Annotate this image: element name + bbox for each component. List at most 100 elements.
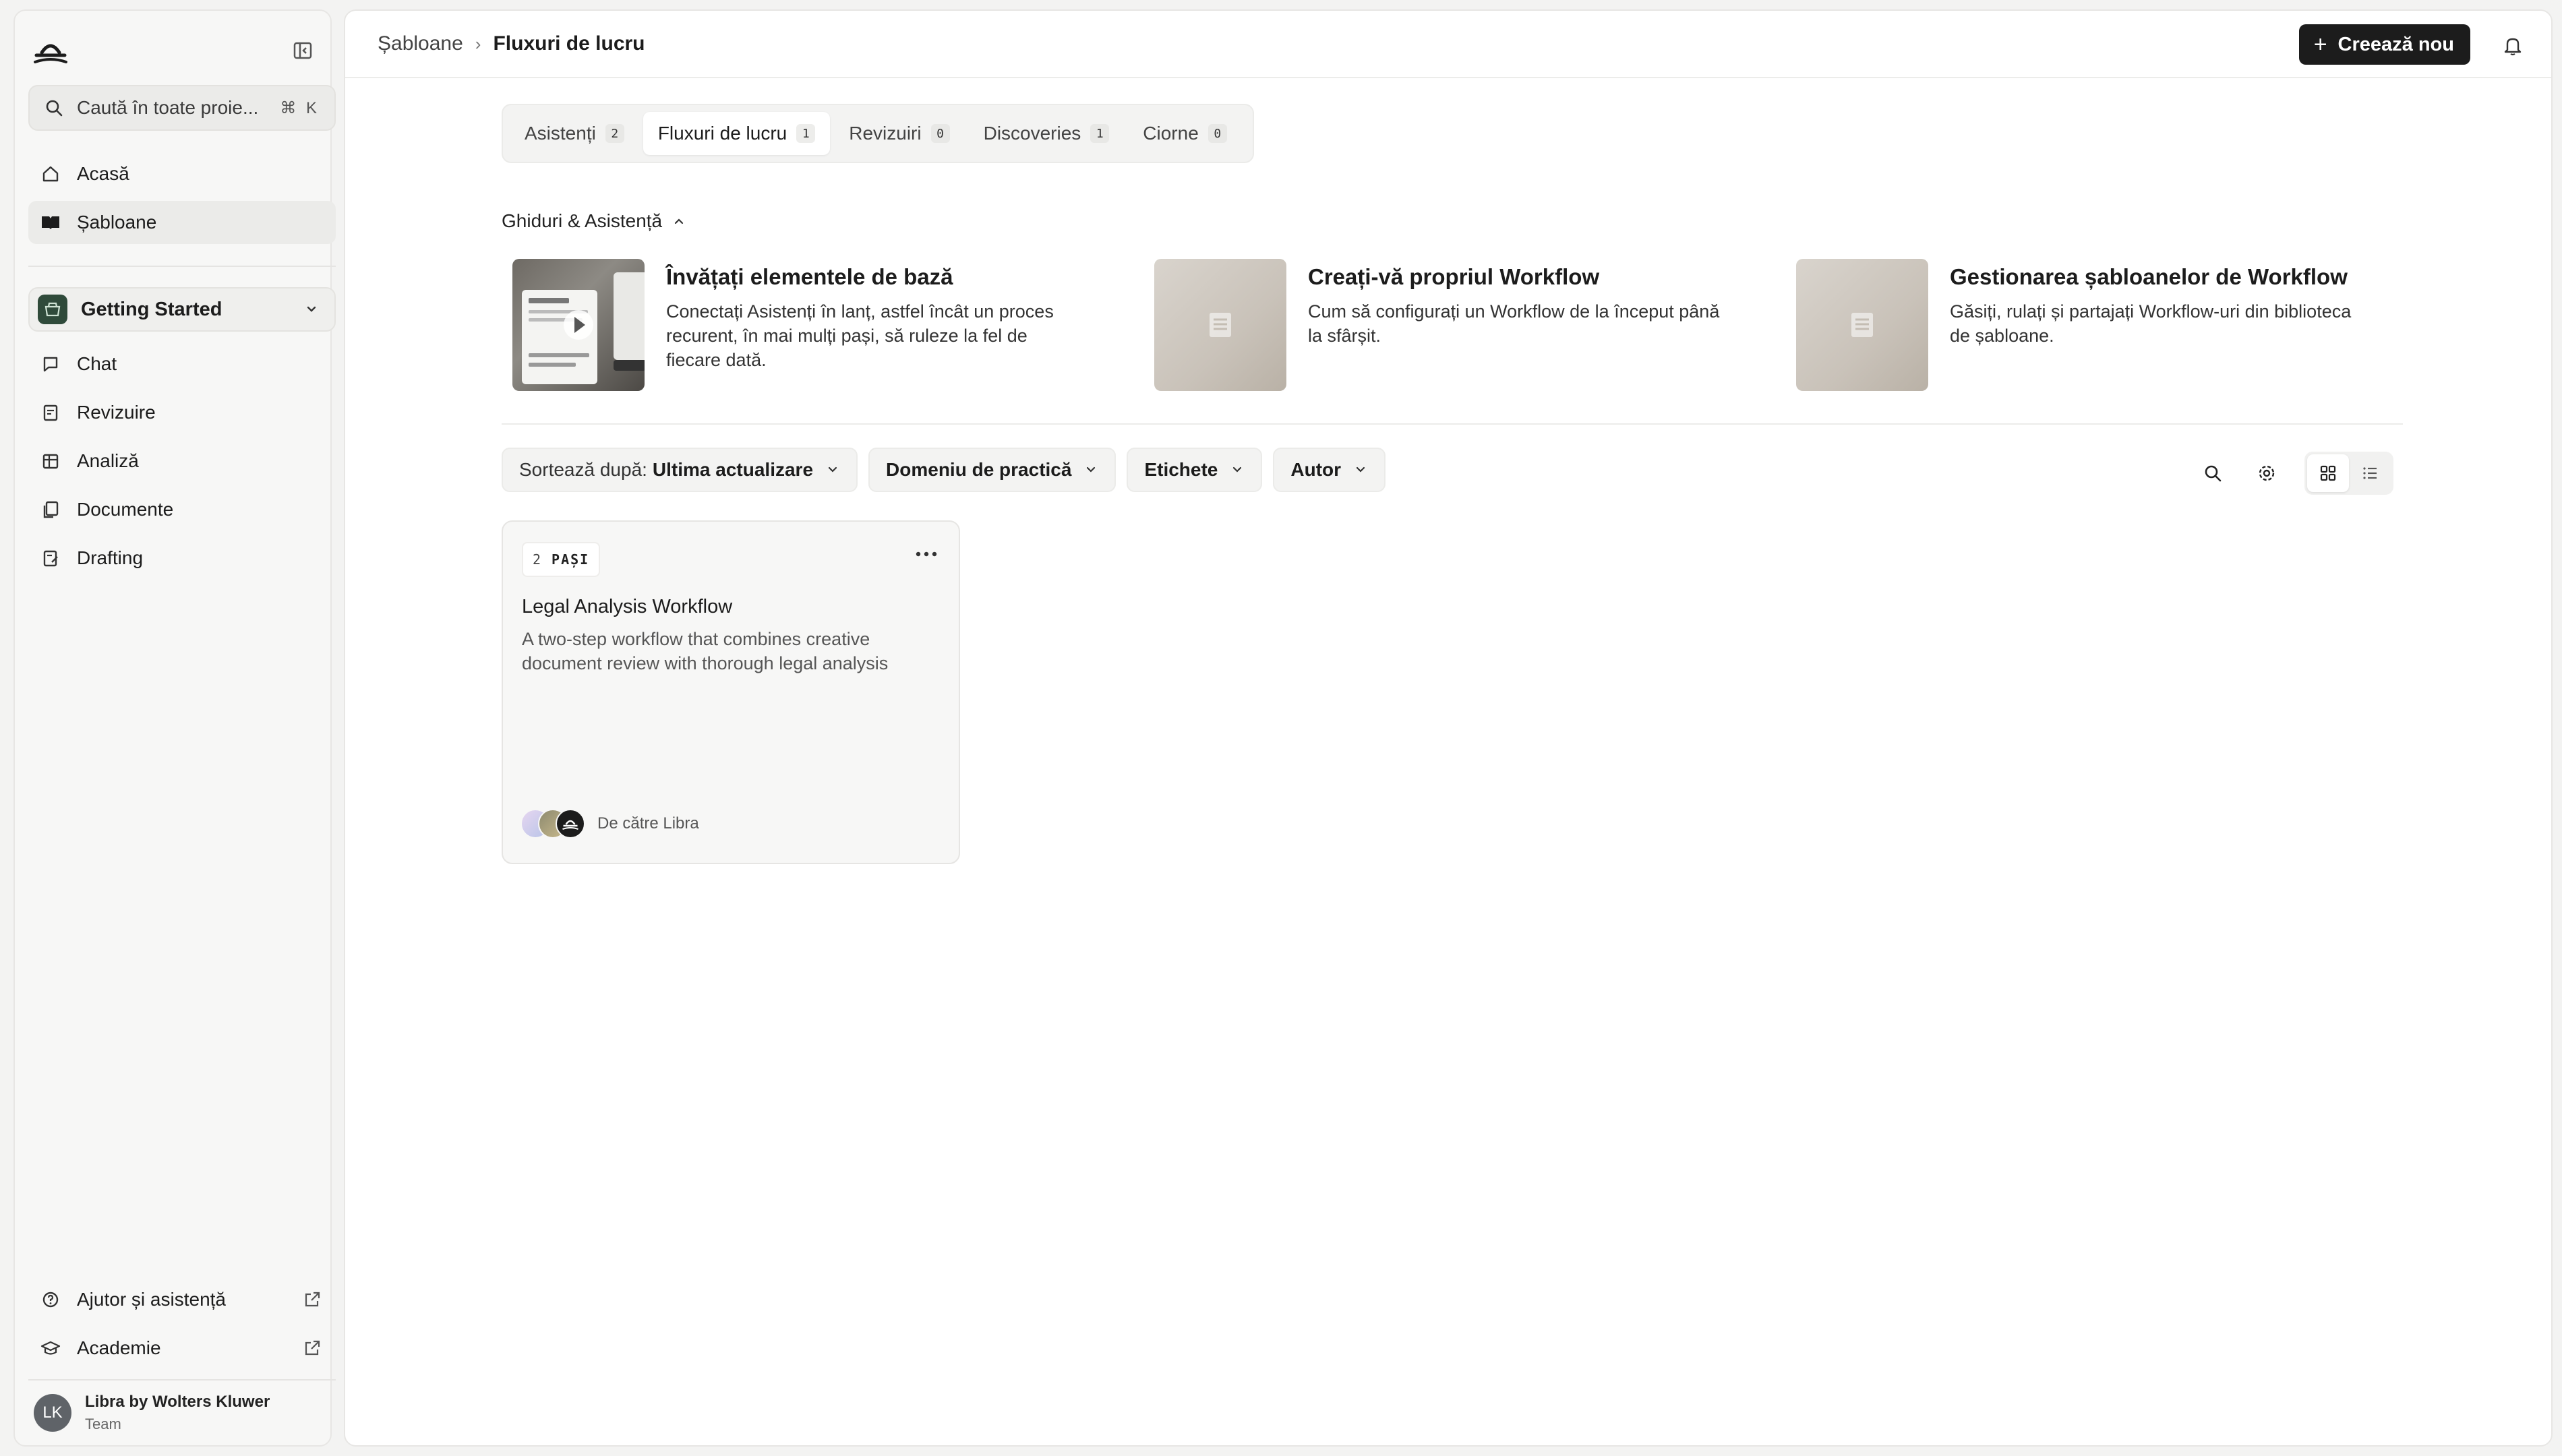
guides-toggle[interactable]: Ghiduri & Asistență [502,210,686,232]
breadcrumb-item-workflows: Fluxuri de lucru [493,32,645,55]
sort-prefix: Sortează după: [519,459,647,480]
help-icon [40,1290,61,1310]
settings-gear-icon[interactable] [2246,453,2287,493]
chat-icon [40,354,61,374]
user-name: Libra by Wolters Kluwer [85,1393,270,1411]
chevron-down-icon [1083,462,1098,477]
tab-assistants[interactable]: Asistenți 2 [510,112,639,155]
tab-count-badge: 1 [1090,124,1110,143]
sidebar-item-label: Șabloane [77,212,157,233]
table-icon [40,451,61,471]
sort-value: Ultima actualizare [652,459,814,480]
workflow-card[interactable]: 2 PAȘI Legal Analysis Workflow A two-ste… [502,520,960,864]
guide-thumbnail [1796,259,1928,391]
more-options-icon[interactable] [914,550,939,558]
breadcrumb: Șabloane › Fluxuri de lucru [378,32,645,55]
sidebar-item-review[interactable]: Revizuire [28,391,336,434]
sort-dropdown[interactable]: Sortează după: Ultima actualizare [502,448,858,492]
sidebar-item-drafting[interactable]: Drafting [28,537,336,580]
guide-title: Gestionarea șabloanelor de Workflow [1950,264,2348,289]
card-title: Legal Analysis Workflow [522,596,733,617]
sidebar-item-templates[interactable]: Șabloane [28,201,336,244]
view-tools [2193,452,2393,495]
graduation-cap-icon [40,1338,61,1358]
filter-bar: Sortează după: Ultima actualizare Domeni… [502,448,1396,492]
sidebar-item-label: Ajutor și asistență [77,1289,226,1310]
practice-area-label: Domeniu de practică [886,459,1072,480]
sidebar-item-analysis[interactable]: Analiză [28,439,336,483]
breadcrumb-item-templates[interactable]: Șabloane [378,32,463,55]
tab-count-badge: 0 [1208,124,1227,143]
steps-count: 2 [533,551,541,568]
documents-icon [40,499,61,520]
user-profile[interactable]: LK Libra by Wolters Kluwer Team [34,1393,270,1433]
tab-count-badge: 2 [605,124,624,143]
sidebar-item-home[interactable]: Acasă [28,152,336,195]
external-link-icon [302,1338,322,1358]
search-input[interactable]: Caută în toate proie... ⌘ K [28,85,336,131]
tab-label: Asistenți [525,123,596,144]
bell-icon[interactable] [2501,34,2524,57]
practice-area-dropdown[interactable]: Domeniu de practică [868,448,1116,492]
sidebar-item-help[interactable]: Ajutor și asistență [28,1278,336,1321]
guide-description: Cum să configurați un Workflow de la înc… [1308,301,1720,346]
project-name: Getting Started [81,298,222,320]
divider [502,423,2403,425]
chevron-down-icon [302,300,321,319]
steps-label: PAȘI [552,551,590,568]
document-icon [1205,310,1235,340]
video-thumbnail [512,259,645,391]
tab-drafts[interactable]: Ciorne 0 [1128,112,1241,155]
sidebar-item-academy[interactable]: Academie [28,1327,336,1370]
guide-card-basics[interactable]: Învățați elementele de bază Conectați As… [512,259,1106,391]
tab-count-badge: 1 [796,124,816,143]
guide-thumbnail [1154,259,1286,391]
search-placeholder: Caută în toate proie... [77,97,259,118]
sidebar: Caută în toate proie... ⌘ K Acasă Șabloa… [13,9,336,1447]
libra-logo-icon[interactable] [32,35,69,67]
libra-logo-icon [556,809,585,839]
sidebar-item-label: Academie [77,1337,161,1358]
tab-bar: Asistenți 2 Fluxuri de lucru 1 Revizuiri… [502,104,1254,163]
guide-description: Găsiți, rulați și partajați Workflow-uri… [1950,301,2352,346]
tab-workflows[interactable]: Fluxuri de lucru 1 [643,112,831,155]
search-icon[interactable] [2193,453,2233,493]
author-dropdown[interactable]: Autor [1273,448,1386,492]
tab-label: Discoveries [983,123,1081,144]
list-view-icon[interactable] [2349,454,2391,492]
guide-title: Creați-vă propriul Workflow [1308,264,1600,289]
guide-card-manage-templates[interactable]: Gestionarea șabloanelor de Workflow Găsi… [1796,259,2389,391]
sidebar-item-label: Drafting [77,547,144,568]
guides-heading: Ghiduri & Asistență [502,210,663,231]
project-selector[interactable]: Getting Started [28,287,336,332]
tab-discoveries[interactable]: Discoveries 1 [969,112,1125,155]
sidebar-item-label: Acasă [77,163,129,184]
main-panel: Șabloane › Fluxuri de lucru + Creează no… [344,9,2553,1447]
steps-badge: 2 PAȘI [522,542,601,577]
tab-label: Fluxuri de lucru [657,123,787,144]
create-new-label: Creează nou [2337,33,2454,55]
sidebar-item-label: Chat [77,353,117,374]
sidebar-item-label: Documente [77,499,174,520]
collapse-sidebar-icon[interactable] [291,39,314,62]
guide-card-create-workflow[interactable]: Creați-vă propriul Workflow Cum să confi… [1154,259,1748,391]
sidebar-item-chat[interactable]: Chat [28,342,336,386]
chevron-down-icon [1230,462,1245,477]
chevron-up-icon [672,214,686,229]
drafting-icon [40,548,61,568]
tags-dropdown[interactable]: Etichete [1127,448,1263,492]
search-icon [44,98,63,117]
tab-reviews[interactable]: Revizuiri 0 [834,112,964,155]
sidebar-item-label: Revizuire [77,402,156,423]
divider [28,1379,336,1381]
divider [28,266,336,267]
document-icon [1847,310,1877,340]
search-shortcut: ⌘ K [280,98,320,117]
tab-label: Revizuiri [849,123,922,144]
grid-view-icon[interactable] [2307,454,2349,492]
create-new-button[interactable]: + Creează nou [2298,24,2470,65]
author-name: De către Libra [597,814,699,832]
sidebar-item-documents[interactable]: Documente [28,488,336,531]
user-role: Team [85,1416,121,1432]
card-description: A two-step workflow that combines creati… [522,629,889,673]
